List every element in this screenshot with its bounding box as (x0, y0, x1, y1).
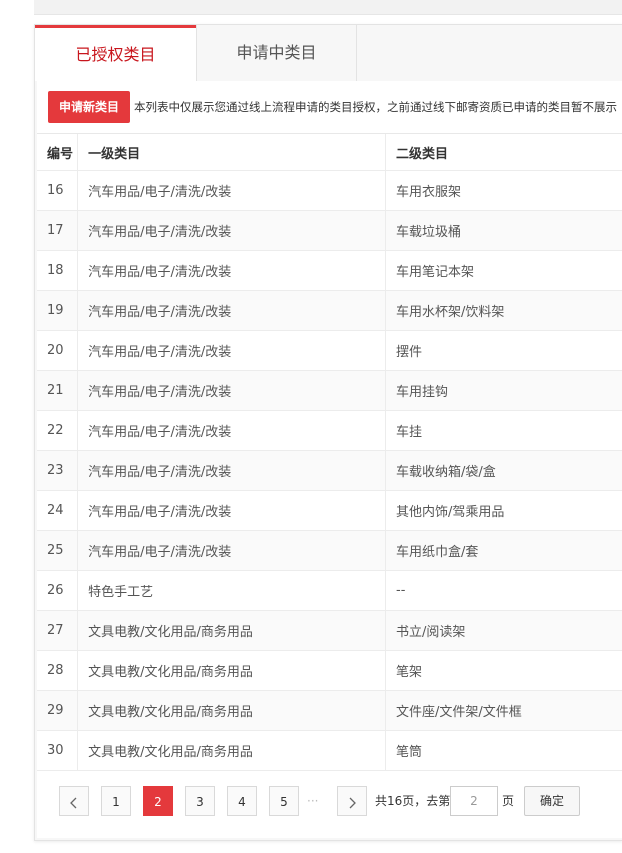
cell-num: 25 (37, 530, 79, 571)
page-button-3[interactable]: 3 (185, 786, 215, 816)
table-row: 27 文具电教/文化用品/商务用品 书立/阅读架 (37, 610, 622, 651)
cell-num: 30 (37, 730, 79, 771)
table-row: 29 文具电教/文化用品/商务用品 文件座/文件架/文件框 (37, 690, 622, 731)
tab-content: 申请新类目 本列表中仅展示您通过线上流程申请的类目授权，之前通过线下邮寄资质已申… (37, 81, 622, 838)
cell-level2: -- (385, 570, 622, 611)
notice-text: 本列表中仅展示您通过线上流程申请的类目授权，之前通过线下邮寄资质已申请的类目暂不… (134, 100, 617, 114)
cell-num: 29 (37, 690, 79, 731)
cell-level2: 车挂 (385, 410, 622, 451)
cell-level2: 书立/阅读架 (385, 610, 622, 651)
pagination: 1 2 3 4 5 ··· 共16页，去第 页 确定 (37, 771, 622, 831)
page-button-2[interactable]: 2 (143, 786, 173, 816)
cell-level1: 文具电教/文化用品/商务用品 (77, 730, 387, 771)
table-row: 26 特色手工艺 -- (37, 570, 622, 611)
cell-level1: 汽车用品/电子/清洗/改装 (77, 290, 387, 331)
cell-level1: 文具电教/文化用品/商务用品 (77, 650, 387, 691)
cell-level2: 摆件 (385, 330, 622, 371)
cell-level2: 车载收纳箱/袋/盒 (385, 450, 622, 491)
chevron-right-icon (349, 797, 356, 808)
cell-level1: 汽车用品/电子/清洗/改装 (77, 170, 387, 211)
cell-level2: 车载垃圾桶 (385, 210, 622, 251)
apply-category-button[interactable]: 申请新类目 (48, 91, 130, 123)
cell-level1: 汽车用品/电子/清洗/改装 (77, 410, 387, 451)
total-pages-text: 共16页，去第 (375, 794, 451, 808)
goto-page-input[interactable] (450, 786, 498, 816)
cell-num: 19 (37, 290, 79, 331)
cell-level2: 笔筒 (385, 730, 622, 771)
category-table: 编号 一级类目 二级类目 16 汽车用品/电子/清洗/改装 车用衣服架 17 汽车用品/… (37, 134, 622, 771)
cell-level2: 笔架 (385, 650, 622, 691)
cell-level1: 汽车用品/电子/清洗/改装 (77, 530, 387, 571)
cell-level1: 汽车用品/电子/清洗/改装 (77, 370, 387, 411)
cell-num: 22 (37, 410, 79, 451)
table-row: 25 汽车用品/电子/清洗/改装 车用纸巾盒/套 (37, 530, 622, 571)
table-row: 24 汽车用品/电子/清洗/改装 其他内饰/驾乘用品 (37, 490, 622, 531)
cell-level1: 文具电教/文化用品/商务用品 (77, 690, 387, 731)
cell-num: 21 (37, 370, 79, 411)
page-button-4[interactable]: 4 (227, 786, 257, 816)
cell-level2: 车用水杯架/饮料架 (385, 290, 622, 331)
cell-level1: 特色手工艺 (77, 570, 387, 611)
page-button-5[interactable]: 5 (269, 786, 299, 816)
table-body: 16 汽车用品/电子/清洗/改装 车用衣服架 17 汽车用品/电子/清洗/改装 车载垃圾桶… (37, 170, 622, 771)
cell-num: 26 (37, 570, 79, 611)
page-suffix-text: 页 (502, 794, 515, 808)
cell-level2: 其他内饰/驾乘用品 (385, 490, 622, 531)
tab-pending[interactable]: 申请中类目 (196, 25, 357, 81)
header-level1: 一级类目 (77, 134, 387, 171)
header-num: 编号 (37, 134, 79, 171)
cell-level2: 车用挂钩 (385, 370, 622, 411)
cell-level1: 汽车用品/电子/清洗/改装 (77, 210, 387, 251)
pager-ellipsis: ··· (307, 794, 319, 808)
table-row: 19 汽车用品/电子/清洗/改装 车用水杯架/饮料架 (37, 290, 622, 331)
cell-level1: 汽车用品/电子/清洗/改装 (77, 490, 387, 531)
table-row: 30 文具电教/文化用品/商务用品 笔筒 (37, 730, 622, 771)
cell-level2: 文件座/文件架/文件框 (385, 690, 622, 731)
table-header-row: 编号 一级类目 二级类目 (37, 134, 622, 171)
cell-num: 23 (37, 450, 79, 491)
category-panel: 已授权类目 申请中类目 申请新类目 本列表中仅展示您通过线上流程申请的类目授权，… (34, 24, 622, 841)
table-row: 23 汽车用品/电子/清洗/改装 车载收纳箱/袋/盒 (37, 450, 622, 491)
cell-level1: 汽车用品/电子/清洗/改装 (77, 450, 387, 491)
cell-num: 20 (37, 330, 79, 371)
toolbar: 申请新类目 本列表中仅展示您通过线上流程申请的类目授权，之前通过线下邮寄资质已申… (37, 81, 622, 134)
cell-num: 28 (37, 650, 79, 691)
cell-num: 27 (37, 610, 79, 651)
tab-authorized[interactable]: 已授权类目 (35, 25, 196, 81)
cell-level1: 文具电教/文化用品/商务用品 (77, 610, 387, 651)
cell-level2: 车用笔记本架 (385, 250, 622, 291)
cell-level2: 车用衣服架 (385, 170, 622, 211)
cell-num: 16 (37, 170, 79, 211)
top-bar (34, 0, 622, 15)
tab-bar: 已授权类目 申请中类目 (35, 25, 622, 81)
next-page-button[interactable] (337, 786, 367, 816)
table-row: 17 汽车用品/电子/清洗/改装 车载垃圾桶 (37, 210, 622, 251)
table-row: 28 文具电教/文化用品/商务用品 笔架 (37, 650, 622, 691)
prev-page-button[interactable] (59, 786, 89, 816)
cell-num: 17 (37, 210, 79, 251)
page-button-1[interactable]: 1 (101, 786, 131, 816)
header-level2: 二级类目 (385, 134, 622, 171)
cell-level2: 车用纸巾盒/套 (385, 530, 622, 571)
cell-num: 18 (37, 250, 79, 291)
table-row: 16 汽车用品/电子/清洗/改装 车用衣服架 (37, 170, 622, 211)
table-row: 20 汽车用品/电子/清洗/改装 摆件 (37, 330, 622, 371)
confirm-goto-button[interactable]: 确定 (524, 786, 580, 816)
cell-num: 24 (37, 490, 79, 531)
table-row: 21 汽车用品/电子/清洗/改装 车用挂钩 (37, 370, 622, 411)
chevron-left-icon (70, 797, 77, 808)
table-row: 22 汽车用品/电子/清洗/改装 车挂 (37, 410, 622, 451)
table-row: 18 汽车用品/电子/清洗/改装 车用笔记本架 (37, 250, 622, 291)
cell-level1: 汽车用品/电子/清洗/改装 (77, 330, 387, 371)
cell-level1: 汽车用品/电子/清洗/改装 (77, 250, 387, 291)
